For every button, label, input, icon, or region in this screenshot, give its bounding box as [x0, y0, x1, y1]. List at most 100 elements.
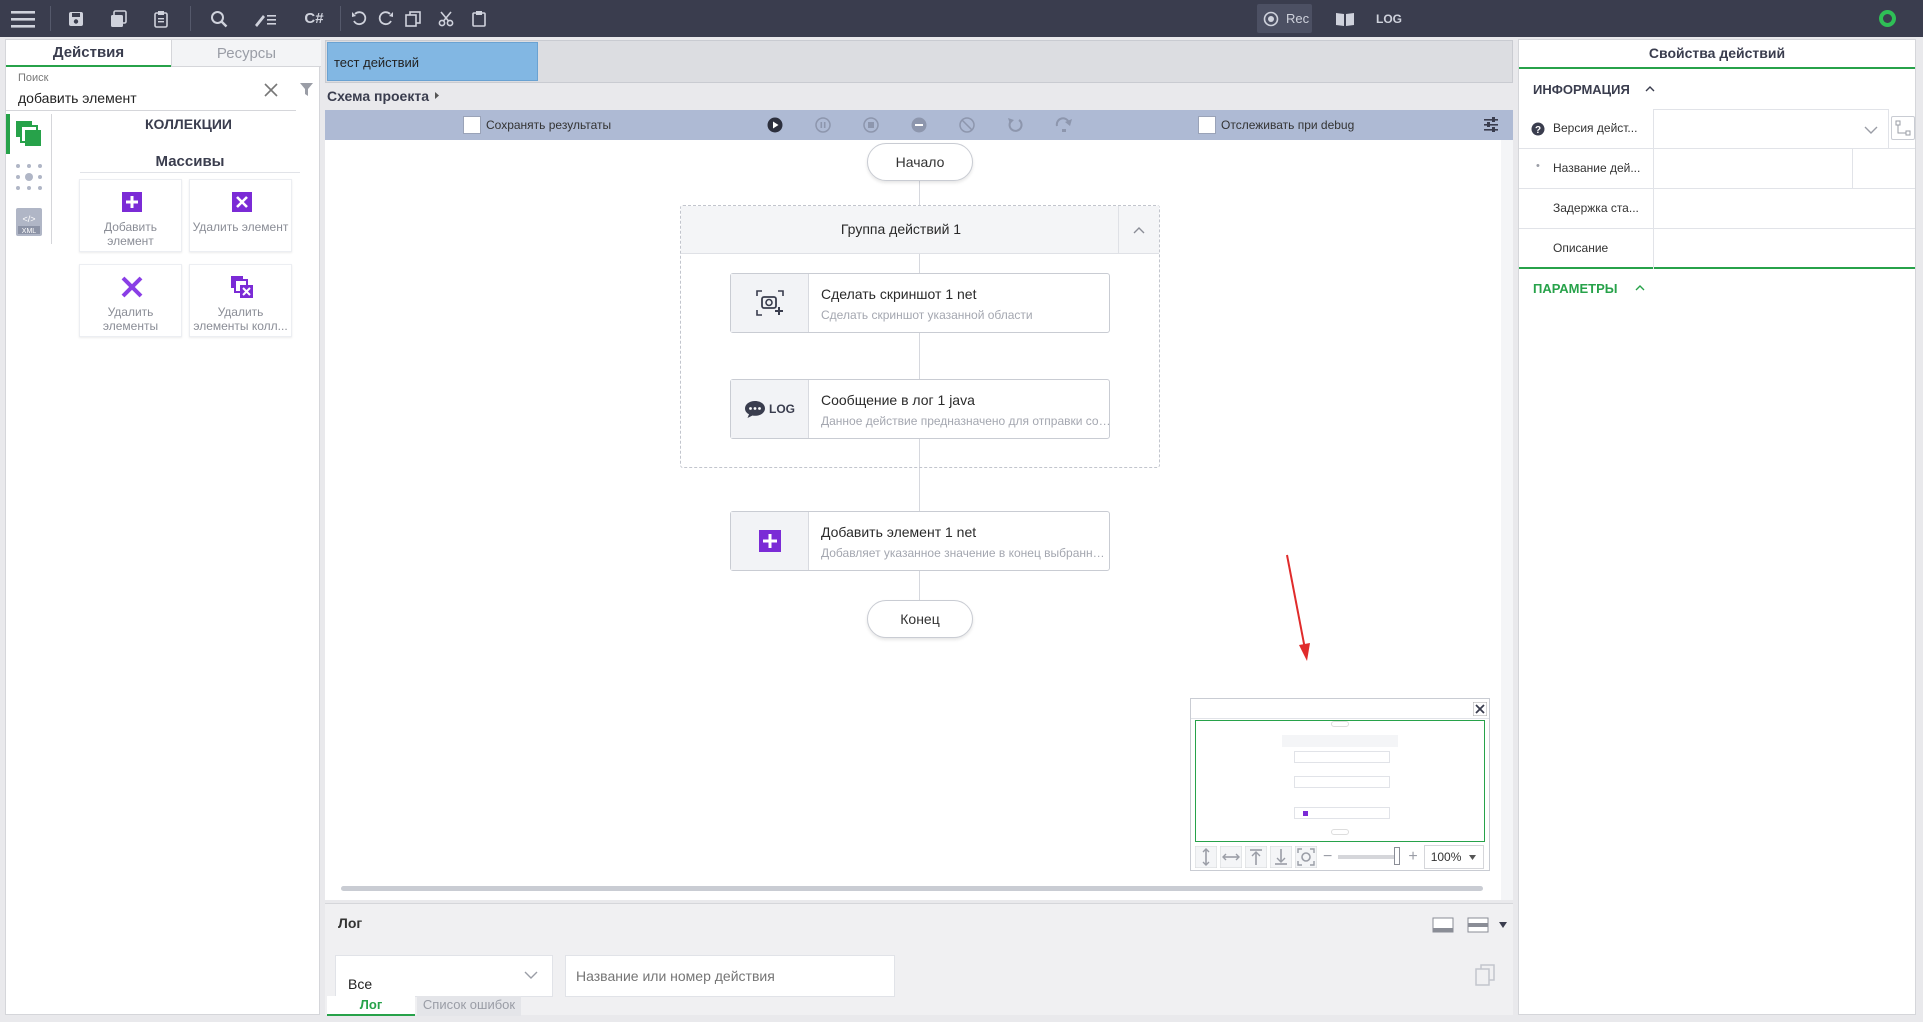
prop-row-description: Описание [1519, 229, 1915, 269]
prop-label: Название дей... [1553, 161, 1641, 175]
dock-split-icon[interactable] [1467, 917, 1489, 933]
card-remove-elements[interactable]: Удалить элементы [79, 264, 182, 337]
log-chevron-down-icon[interactable] [1499, 922, 1507, 928]
menu-icon[interactable] [6, 0, 40, 37]
search-input[interactable]: добавить элемент [18, 90, 137, 106]
delay-input[interactable] [1653, 189, 1889, 229]
log-filter-select[interactable]: Все [335, 955, 553, 997]
tab-test-actions[interactable]: тест действий [327, 42, 538, 81]
start-node[interactable]: Начало [867, 143, 973, 181]
description-input[interactable] [1653, 229, 1889, 269]
collections-icon[interactable] [15, 120, 43, 148]
pause-icon[interactable] [815, 117, 831, 133]
clear-search-icon[interactable] [263, 82, 279, 98]
book-icon[interactable] [1329, 0, 1361, 37]
log-icon-text: LOG [769, 402, 795, 416]
disable-icon[interactable] [959, 117, 975, 133]
action-description: Сделать скриншот указанной области [821, 308, 1033, 322]
horizontal-scrollbar[interactable] [341, 886, 1483, 891]
redo-icon[interactable] [371, 0, 401, 37]
remove-collection-elements-icon [231, 276, 253, 298]
version-graph-icon[interactable] [1891, 116, 1915, 140]
xml-icon[interactable]: </> XML [15, 207, 43, 237]
top-toolbar: C# Rec LOG [0, 0, 1923, 37]
cut-icon[interactable] [431, 0, 461, 37]
fit-width-icon[interactable] [1220, 846, 1242, 868]
undo-icon[interactable] [344, 0, 374, 37]
tab-actions[interactable]: Действия [6, 40, 171, 67]
stop-icon[interactable] [863, 117, 879, 133]
copy-log-icon[interactable] [1475, 964, 1495, 986]
settings-sliders-icon[interactable] [1483, 117, 1499, 133]
properties-title: Свойства действий [1519, 40, 1915, 69]
save-results-checkbox[interactable] [463, 116, 481, 134]
card-remove-element[interactable]: Удалить элемент [189, 179, 292, 252]
record-button[interactable]: Rec [1257, 4, 1312, 33]
zoom-select[interactable]: 100% [1423, 845, 1484, 869]
action-title: Добавить элемент 1 net [821, 524, 977, 540]
prop-row-version: ? Версия дейст... [1519, 109, 1915, 149]
help-icon: ? [1531, 122, 1545, 136]
remove-element-icon [232, 192, 252, 212]
tab-resources[interactable]: Ресурсы [171, 40, 321, 67]
minimap-viewport[interactable] [1195, 720, 1485, 842]
save-results-label: Сохранять результаты [486, 118, 612, 132]
card-remove-collection-elements[interactable]: Удалить элементы колл... [189, 264, 292, 337]
action-node-add-element[interactable]: Добавить элемент 1 net Добавляет указанн… [730, 511, 1111, 571]
step-over-icon[interactable] [1055, 117, 1073, 133]
card-add-element[interactable]: Добавить элемент [79, 179, 182, 252]
tab-log[interactable]: Лог [327, 996, 415, 1016]
zoom-slider[interactable] [1338, 847, 1401, 865]
search-label: Поиск [18, 72, 49, 84]
dock-bottom-icon[interactable] [1432, 917, 1454, 933]
center-view-icon[interactable] [1295, 846, 1317, 868]
zoom-in-icon[interactable]: + [1408, 848, 1417, 866]
tab-error-list[interactable]: Список ошибок [417, 996, 521, 1016]
scheme-canvas[interactable]: Начало Группа действий 1 Сделать скриншо… [325, 140, 1513, 900]
restart-icon[interactable] [1007, 117, 1023, 133]
copy-icon[interactable] [398, 0, 428, 37]
params-section-title[interactable]: ПАРАМЕТРЫ [1533, 281, 1618, 296]
search-icon[interactable] [203, 0, 235, 37]
minimap: − + 100% [1190, 698, 1490, 871]
scroll-top-icon[interactable] [1245, 846, 1267, 868]
close-minimap-icon[interactable] [1473, 702, 1487, 716]
add-element-icon [731, 512, 809, 570]
action-node-screenshot[interactable]: Сделать скриншот 1 net Сделать скриншот … [730, 273, 1110, 333]
save-all-icon[interactable] [103, 0, 135, 37]
version-select[interactable] [1653, 109, 1889, 149]
zoom-out-icon[interactable]: − [1323, 848, 1332, 866]
group-collapse-icon[interactable] [1118, 206, 1159, 254]
csharp-icon[interactable]: C# [298, 0, 330, 37]
debug-track-checkbox[interactable] [1198, 116, 1216, 134]
category-rail: </> XML [6, 114, 52, 244]
save-icon[interactable] [60, 0, 92, 37]
info-section-title[interactable]: ИНФОРМАЦИЯ [1533, 82, 1630, 97]
dots-grid-icon[interactable] [15, 163, 43, 191]
edit-list-icon[interactable] [249, 0, 281, 37]
action-description: Данное действие предназначено для отправ… [821, 414, 1111, 428]
actions-panel: Действия Ресурсы Поиск добавить элемент … [5, 39, 321, 1015]
breadcrumb[interactable]: Схема проекта [327, 88, 429, 104]
run-icon[interactable] [767, 117, 783, 133]
clipboard-icon[interactable] [145, 0, 177, 37]
prop-label: Описание [1553, 241, 1609, 255]
filter-icon[interactable] [299, 82, 314, 97]
prop-label: Задержка ста... [1553, 201, 1639, 215]
fit-height-icon[interactable] [1195, 846, 1217, 868]
scroll-bottom-icon[interactable] [1270, 846, 1292, 868]
name-input[interactable] [1653, 149, 1853, 189]
annotation-arrow [1286, 554, 1310, 661]
chevron-up-icon [1645, 86, 1655, 92]
action-node-log-message[interactable]: LOG Сообщение в лог 1 java Данное действ… [730, 379, 1111, 439]
zoom-value: 100% [1430, 850, 1462, 864]
paste-icon[interactable] [464, 0, 494, 37]
vertical-scrollbar[interactable] [1501, 140, 1513, 900]
log-filter-value: Все [348, 976, 373, 992]
end-node[interactable]: Конец [867, 600, 973, 638]
card-label: Удалить элементы колл... [193, 305, 288, 333]
log-search-input[interactable] [565, 955, 895, 997]
search-box: Поиск добавить элемент [6, 68, 296, 111]
minus-circle-icon[interactable] [911, 117, 927, 133]
log-toggle-button[interactable]: LOG [1372, 0, 1406, 37]
